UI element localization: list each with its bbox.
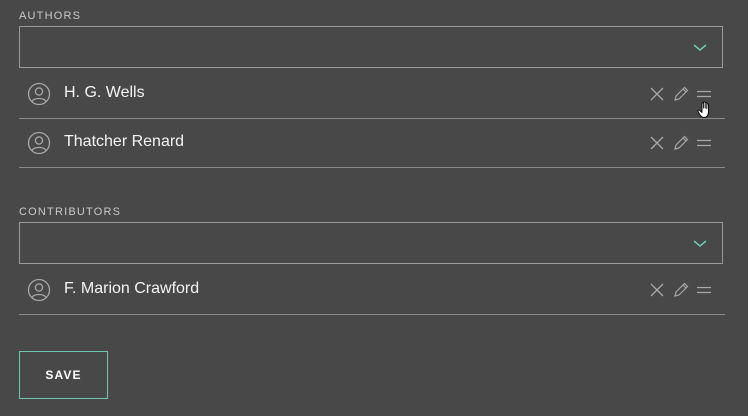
chevron-down-icon[interactable] [692, 237, 708, 249]
close-icon[interactable] [648, 85, 666, 103]
contributors-label: CONTRIBUTORS [19, 206, 122, 218]
contributors-select[interactable] [19, 222, 723, 264]
form-root: AUTHORS H. G. Wells Thatcher Renard CONT… [0, 0, 748, 416]
hand-cursor-icon [697, 101, 709, 118]
drag-handle-icon[interactable] [695, 134, 713, 152]
contributor-row-f-marion-crawford: F. Marion Crawford [19, 266, 725, 315]
authors-select[interactable] [19, 26, 723, 68]
pencil-icon[interactable] [672, 134, 690, 152]
author-name: H. G. Wells [64, 84, 145, 101]
close-icon[interactable] [648, 281, 666, 299]
user-avatar-icon [27, 131, 51, 155]
pencil-icon[interactable] [672, 85, 690, 103]
user-avatar-icon [27, 278, 51, 302]
author-name: Thatcher Renard [64, 133, 185, 150]
close-icon[interactable] [648, 134, 666, 152]
author-row-thatcher-renard: Thatcher Renard [19, 119, 725, 168]
author-row-h-g-wells: H. G. Wells [19, 70, 725, 119]
chevron-down-icon[interactable] [692, 41, 708, 53]
authors-label: AUTHORS [19, 10, 82, 22]
save-button[interactable]: SAVE [19, 351, 108, 399]
contributor-name: F. Marion Crawford [64, 280, 200, 297]
drag-handle-icon[interactable] [695, 281, 713, 299]
user-avatar-icon [27, 82, 51, 106]
pencil-icon[interactable] [672, 281, 690, 299]
